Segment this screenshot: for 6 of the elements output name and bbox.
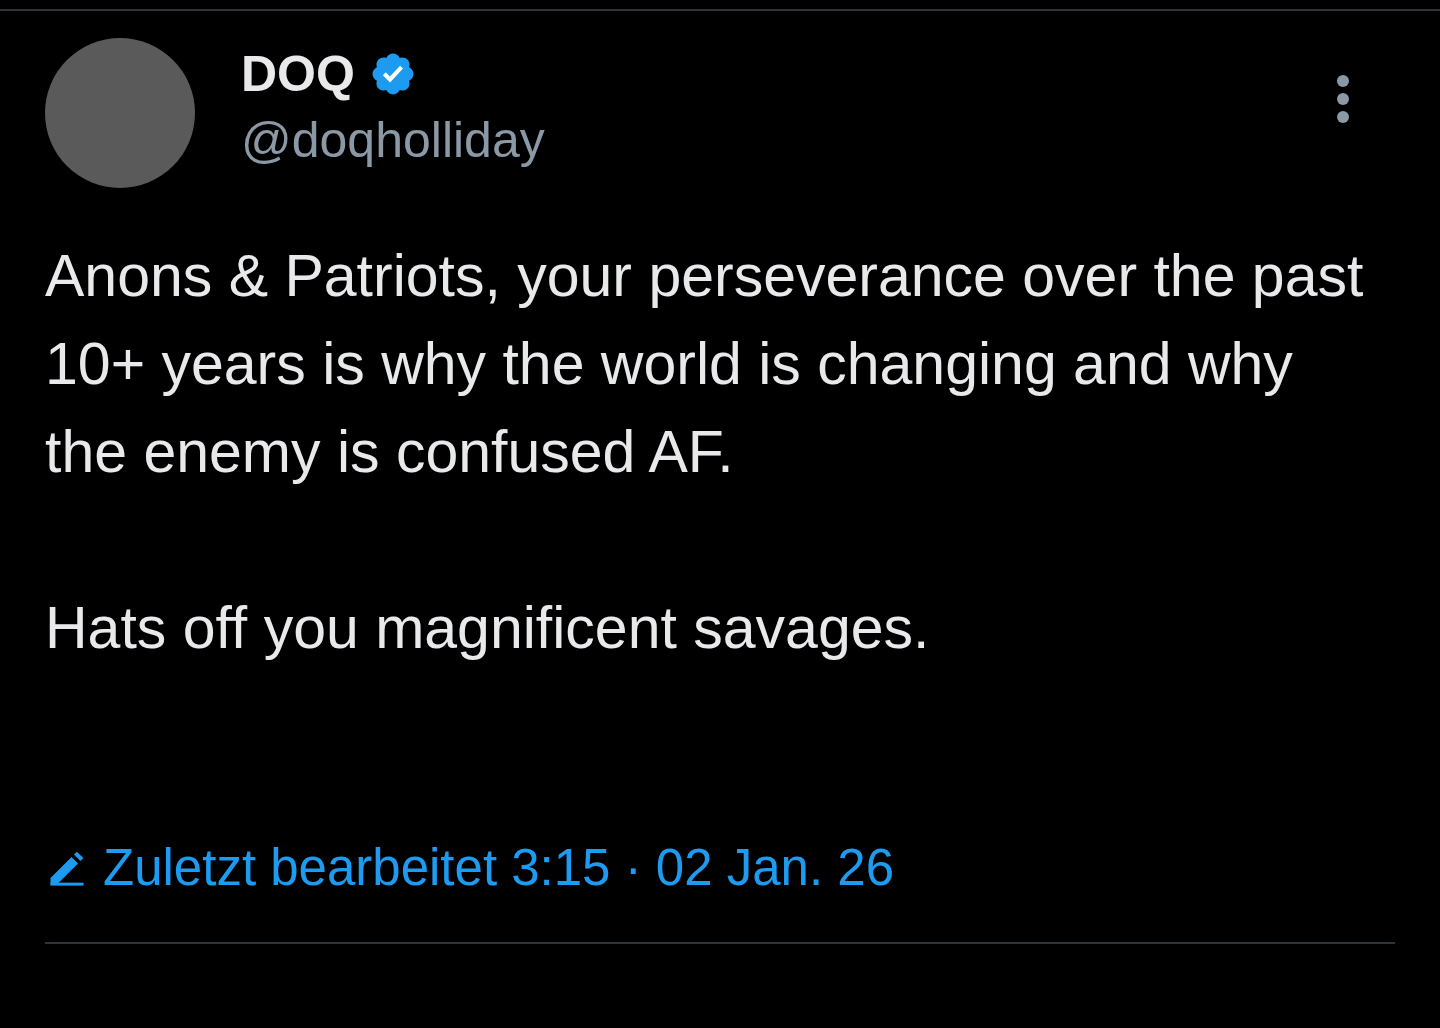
author-name[interactable]: DOQ [241,44,355,104]
post-text: Hats off you magnificent savages. [45,594,931,663]
author-handle[interactable]: @doqholliday [241,108,545,172]
more-options-icon[interactable] [1336,74,1350,124]
edited-timestamp-link[interactable]: Zuletzt bearbeitet 3:15 · 02 Jan. 26 [103,838,894,898]
post-text: Anons & Patriots, your perseverance over the past 10+ years is why the world is changing and why the enemy is confused AF. [45,242,1365,487]
